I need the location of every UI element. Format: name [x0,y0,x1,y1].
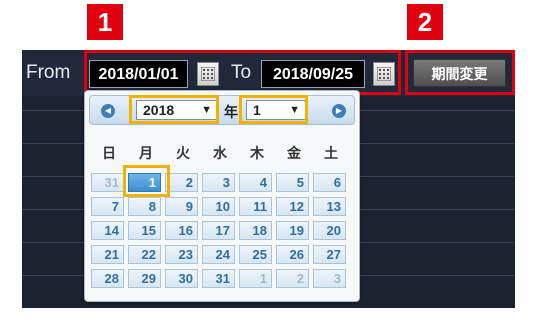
weekday-label: 火 [176,145,190,161]
highlight-date-range [84,50,401,95]
day-cell[interactable]: 9 [165,197,198,216]
highlight-selected-day [123,165,170,197]
day-cell[interactable]: 17 [202,221,235,240]
day-cell[interactable]: 20 [313,221,346,240]
day-cell[interactable]: 19 [276,221,309,240]
day-cell[interactable]: 14 [91,221,124,240]
day-cell[interactable]: 5 [276,173,309,192]
weekday-label: 土 [324,145,338,161]
day-cell[interactable]: 18 [239,221,272,240]
day-cell[interactable]: 26 [276,245,309,264]
day-cell[interactable]: 1 [239,269,272,288]
weekday-label: 木 [250,145,264,161]
day-cell[interactable]: 6 [313,173,346,192]
prev-arrow-icon[interactable]: ◀ [101,104,115,118]
next-arrow-icon[interactable]: ▶ [332,104,346,118]
day-cell[interactable]: 25 [239,245,272,264]
year-suffix-label: 年 [224,104,238,120]
day-cell[interactable]: 15 [128,221,161,240]
day-cell[interactable]: 27 [313,245,346,264]
day-cell[interactable]: 24 [202,245,235,264]
day-cell[interactable]: 13 [313,197,346,216]
weekday-label: 月 [139,145,153,161]
day-cell[interactable]: 16 [165,221,198,240]
day-cell[interactable]: 7 [91,197,124,216]
day-cell[interactable]: 2 [276,269,309,288]
step-badge-2: 2 [407,4,443,40]
day-cell[interactable]: 12 [276,197,309,216]
day-cell[interactable]: 31 [202,269,235,288]
day-cell[interactable]: 21 [91,245,124,264]
step-badge-1: 1 [87,4,123,40]
day-cell[interactable]: 29 [128,269,161,288]
weekday-label: 金 [287,145,301,161]
day-cell[interactable]: 28 [91,269,124,288]
day-cell[interactable]: 4 [239,173,272,192]
highlight-change-button [405,50,515,95]
weekday-label: 日 [102,145,116,161]
day-cell[interactable]: 31 [91,173,124,192]
day-cell[interactable]: 3 [202,173,235,192]
weekday-label: 水 [213,145,227,161]
day-cell[interactable]: 23 [165,245,198,264]
from-label: From [26,62,71,83]
day-cell[interactable]: 11 [239,197,272,216]
day-cell[interactable]: 8 [128,197,161,216]
day-cell[interactable]: 3 [313,269,346,288]
highlight-month-select [239,95,308,124]
day-cell[interactable]: 30 [165,269,198,288]
highlight-year-select [129,95,219,124]
day-cell[interactable]: 10 [202,197,235,216]
day-cell[interactable]: 22 [128,245,161,264]
